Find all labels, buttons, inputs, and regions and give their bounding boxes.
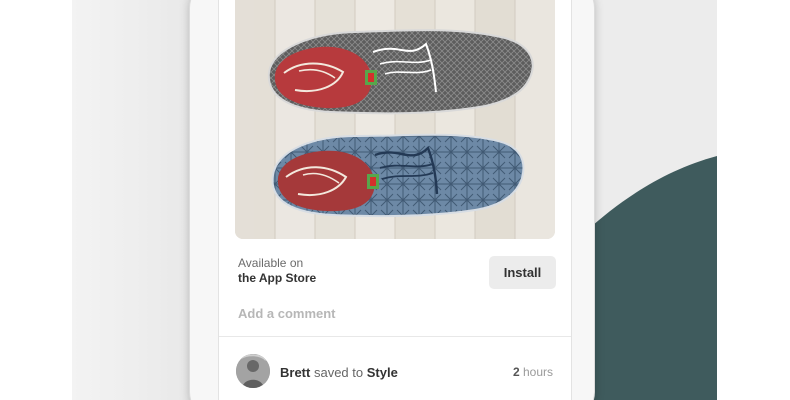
available-label: Available on [238,256,304,270]
section-divider [219,336,571,337]
activity-board[interactable]: Style [367,365,398,380]
activity-time: 2 hours [513,365,553,379]
store-name: the App Store [238,271,317,285]
app-stage: Available on the App Store Install Add a… [0,0,790,400]
blue-shoe [271,133,525,218]
activity-time-value: 2 [512,365,520,379]
pin-detail-screen: Available on the App Store Install Add a… [218,0,572,400]
avatar-icon [236,354,270,388]
teal-curve-shape [585,156,717,400]
add-comment-input[interactable]: Add a comment [238,306,336,321]
activity-time-unit: hours [522,365,553,379]
app-availability: Available on the App Store [238,256,316,286]
shoes-image-illustration [235,0,555,239]
gray-shoe [267,29,534,115]
user-avatar[interactable] [236,354,270,388]
install-button[interactable]: Install [489,256,556,289]
activity-user[interactable]: Brett [280,365,310,380]
background-right-panel [585,0,717,400]
activity-action: saved to [313,365,364,380]
product-image[interactable] [235,0,555,239]
activity-text: Brett saved to Style [280,365,398,380]
